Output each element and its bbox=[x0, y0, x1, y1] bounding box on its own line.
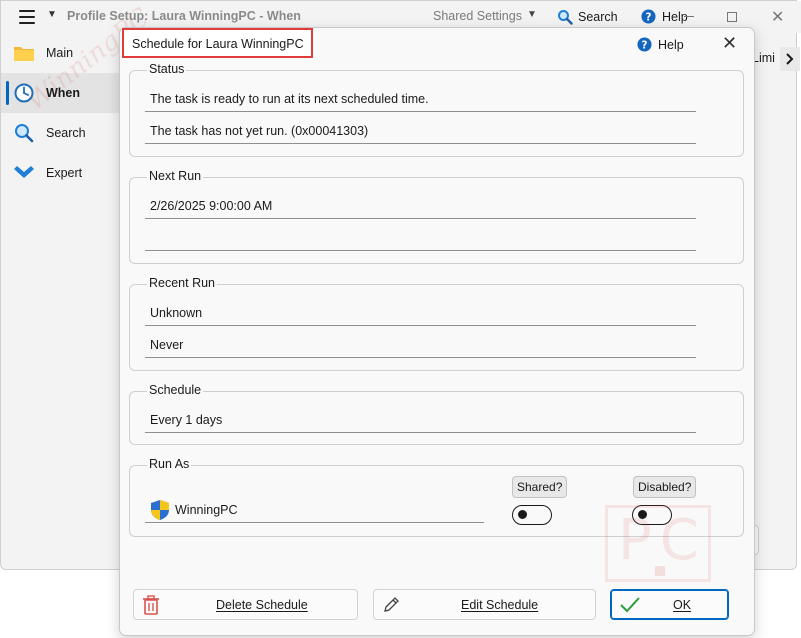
titlebar-help-button[interactable]: ? Help bbox=[641, 9, 688, 24]
trash-icon bbox=[143, 595, 159, 615]
window-close-button[interactable]: ✕ bbox=[771, 7, 784, 27]
limits-tab-partial[interactable]: Limi bbox=[752, 51, 775, 65]
checkmark-icon bbox=[620, 597, 640, 613]
sidebar-item-expert[interactable]: Expert bbox=[1, 153, 120, 193]
title-dropdown-caret-icon[interactable]: ▼ bbox=[47, 9, 57, 20]
shared-toggle-knob bbox=[518, 510, 527, 519]
sidebar-item-search[interactable]: Search bbox=[1, 113, 120, 153]
status-line-1-text: The task is ready to run at its next sch… bbox=[150, 92, 429, 106]
shared-settings-caret-icon[interactable]: ▼ bbox=[527, 9, 537, 20]
folder-icon bbox=[14, 47, 34, 61]
window-title: Profile Setup: Laura WinningPC - When bbox=[67, 9, 301, 23]
titlebar-search-button[interactable]: Search bbox=[557, 9, 618, 25]
maximize-button[interactable] bbox=[727, 12, 737, 22]
recent-run-line-2-text: Never bbox=[150, 338, 184, 352]
ok-button[interactable]: OK bbox=[610, 589, 729, 620]
sidebar-item-label: Expert bbox=[46, 166, 83, 180]
next-run-line-1-text: 2/26/2025 9:00:00 AM bbox=[150, 199, 273, 213]
recent-run-group: Recent Run Unknown Never bbox=[129, 276, 744, 371]
recent-run-line-2: Never bbox=[145, 333, 696, 358]
run-as-account-text: WinningPC bbox=[175, 503, 238, 517]
scroll-right-chevron-icon[interactable] bbox=[780, 47, 800, 71]
titlebar-search-label: Search bbox=[578, 10, 618, 24]
shared-settings-menu[interactable]: Shared Settings bbox=[433, 9, 522, 23]
help-icon: ? bbox=[637, 37, 652, 52]
schedule-group: Schedule Every 1 days bbox=[129, 383, 744, 445]
watermark-logo: PC bbox=[605, 505, 711, 582]
search-icon bbox=[15, 124, 34, 143]
edit-schedule-button[interactable]: Edit Schedule bbox=[373, 589, 596, 620]
schedule-dialog: Schedule for Laura WinningPC ? Help ✕ St… bbox=[119, 27, 755, 636]
status-line-2: The task has not yet run. (0x00041303) bbox=[145, 119, 696, 144]
schedule-line-1-text: Every 1 days bbox=[150, 413, 223, 427]
delete-schedule-button[interactable]: Delete Schedule bbox=[133, 589, 358, 620]
edit-schedule-label: Edit Schedule bbox=[461, 598, 539, 612]
next-run-line-2 bbox=[145, 226, 696, 251]
next-run-line-1: 2/26/2025 9:00:00 AM bbox=[145, 194, 696, 219]
recent-run-group-title: Recent Run bbox=[147, 276, 218, 290]
hamburger-menu-icon[interactable] bbox=[19, 10, 35, 24]
svg-text:?: ? bbox=[646, 11, 652, 23]
ok-label: OK bbox=[673, 598, 692, 612]
recent-run-line-1-text: Unknown bbox=[150, 306, 203, 320]
shared-label: Shared? bbox=[512, 476, 568, 498]
uac-shield-icon bbox=[151, 500, 169, 520]
status-line-1: The task is ready to run at its next sch… bbox=[145, 87, 696, 112]
next-run-group-title: Next Run bbox=[147, 169, 204, 183]
dialog-help-button[interactable]: ? Help bbox=[637, 37, 684, 52]
dialog-title: Schedule for Laura WinningPC bbox=[132, 37, 304, 51]
run-as-group-title: Run As bbox=[147, 457, 192, 471]
status-line-2-text: The task has not yet run. (0x00041303) bbox=[150, 124, 369, 138]
next-run-group: Next Run 2/26/2025 9:00:00 AM bbox=[129, 169, 744, 264]
disabled-label: Disabled? bbox=[633, 476, 697, 498]
delete-schedule-label: Delete Schedule bbox=[216, 598, 308, 612]
sidebar: Main When Search Expert WinningPC bbox=[1, 2, 155, 570]
search-icon bbox=[558, 10, 573, 25]
pencil-icon bbox=[384, 597, 399, 612]
minimize-button[interactable] bbox=[684, 16, 694, 17]
dialog-help-label: Help bbox=[658, 37, 684, 52]
status-group: Status The task is ready to run at its n… bbox=[129, 62, 744, 157]
run-as-account-field: WinningPC bbox=[145, 496, 484, 523]
svg-text:?: ? bbox=[642, 39, 648, 51]
sidebar-item-label: Search bbox=[46, 126, 86, 140]
dialog-title-highlight: Schedule for Laura WinningPC bbox=[122, 28, 313, 58]
schedule-line-1: Every 1 days bbox=[145, 408, 696, 433]
help-icon: ? bbox=[641, 9, 656, 24]
shared-toggle[interactable] bbox=[512, 505, 552, 525]
recent-run-line-1: Unknown bbox=[145, 301, 696, 326]
dialog-close-button[interactable]: ✕ bbox=[722, 33, 737, 53]
status-group-title: Status bbox=[147, 62, 187, 76]
schedule-group-title: Schedule bbox=[147, 383, 204, 397]
watermark-logo-text: PC bbox=[618, 508, 707, 573]
chevron-check-icon bbox=[14, 166, 34, 178]
